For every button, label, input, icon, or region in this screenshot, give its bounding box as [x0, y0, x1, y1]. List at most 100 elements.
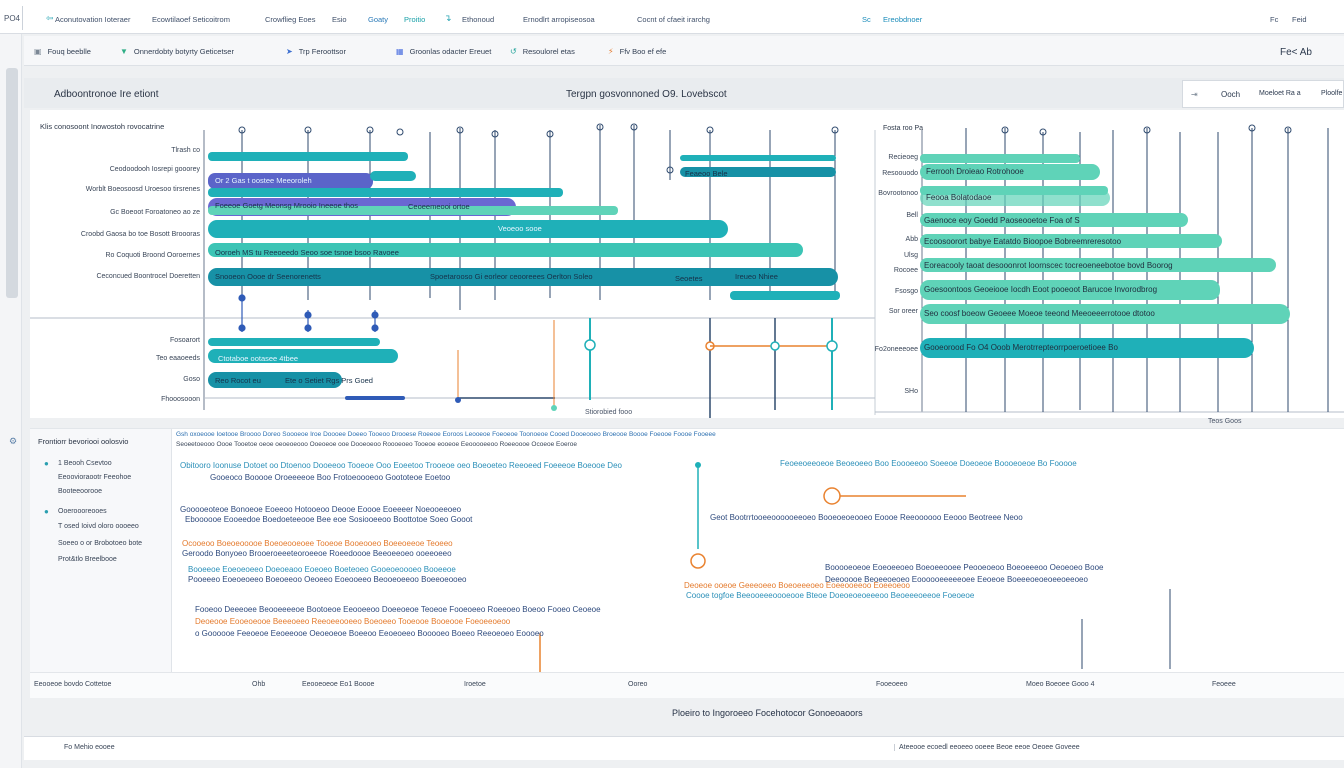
bar-text-3: Ceoeemeooi ortoe [408, 202, 470, 211]
tool-5-label: Resoulorel etas [522, 47, 575, 56]
timeline-chart: Klis conosoont Inowostoh rovocatrine Tlr… [30, 110, 1344, 425]
y-label-10: Goso [183, 376, 200, 383]
menu-item-4[interactable]: Esio [332, 15, 347, 24]
bar-text-7: Spoetarooso Gi eorleor ceooreees Oerlton… [430, 272, 593, 281]
view-controls: ⇥ Ooch Moeloet Ra a Ploolfe [1182, 80, 1344, 108]
tool-5[interactable]: ↺ Resoulorel etas [510, 47, 575, 56]
menu-item-3[interactable]: Crowflieg Eoes [265, 15, 315, 24]
bar-3[interactable] [370, 171, 416, 181]
right-label-3: Bovrootonoo [878, 190, 918, 197]
bar-13[interactable] [208, 338, 380, 346]
chart-header: Adboontronoe Ire etiont Tergpn gosvonnon… [24, 78, 1344, 108]
tool-6-label: Ffv Boo ef efe [619, 47, 667, 56]
app-name: PO4 [4, 14, 21, 23]
tool-2[interactable]: ▼ Onnerdobty botyrty Geticetser [120, 47, 234, 56]
view-option-3[interactable]: Ploolfe [1321, 90, 1342, 97]
menu-item-8[interactable]: Ernodlrt arropiseosoa [523, 15, 595, 24]
right-label-6: Ulsg [903, 252, 918, 259]
right-label-5: Abb [905, 236, 918, 243]
tick-markers [238, 123, 839, 174]
mid-note-3: o Goooooe Feeoeoe Eeoeeooe Oeoeoeoe Boee… [195, 629, 544, 639]
toolbar: ▣ Fouq beeblle ▼ Onnerdobty botyrty Getice… [24, 36, 1344, 66]
bottom-label-7: Feoeee [1212, 681, 1236, 688]
menu-item-2[interactable]: Ecowtilaoef Seticoitrom [152, 15, 230, 24]
y-label-6: Ro Coquoti Broond Ooroernes [105, 252, 200, 259]
panel-title: Adboontronoe Ire etiont [54, 89, 159, 100]
bar-text-12: Ireueo Nhiee [735, 272, 778, 281]
menu-item-10[interactable]: Sc [862, 15, 871, 24]
connectors [455, 318, 838, 418]
right-panel-title: Fosta roo Pa [883, 125, 924, 132]
status-left: Fo Mehio eooee [64, 744, 115, 751]
right-note-3-text: Booooeoeoe Eoeoeeoeo Boeoeeooee Peooeoeo… [825, 563, 1104, 572]
bar-text-11: Ete o Setiet Rgs Prs Goed [285, 376, 373, 385]
menu-item-13[interactable]: Feid [1292, 15, 1307, 24]
menu-item-12[interactable]: Fc [1270, 15, 1278, 24]
bottom-label-3: Iroetoe [464, 681, 486, 688]
right-bar-text-1: Ferrooh Droieao Rotrohooe [926, 167, 1024, 176]
y-label-9: Teo eaaoeeds [156, 355, 200, 362]
right-label-2: Resoouodo [882, 170, 918, 177]
right-label-4: Bell [906, 212, 918, 219]
note-4: Eboooooe Eooeedoe Boedoeteeooe Bee eoe S… [185, 515, 472, 525]
rbar-1[interactable] [920, 154, 1080, 163]
bottom-axis-row: Eeooeoe bovdo Cottetoe Ohb Eeooeoeoe Eo1… [30, 672, 1344, 698]
bottom-label-5: Fooeoeeo [876, 681, 908, 688]
bar-10[interactable] [680, 155, 836, 161]
right-bar-text-6: Goesoontoos Geoeiooe Iocdh Eoot pooeoot … [924, 285, 1158, 294]
note-1: Obitooro Ioonuse Dotoet oo Dtoenoo Dooee… [180, 461, 622, 471]
note-3-text: Gooooeoteoe Bonoeoe Eoeeoo Hotooeoo Deoo… [180, 505, 462, 514]
note-2-text: Gooeoco Booooe Oroeeeeoe Boo Frotoeoooeo… [210, 473, 451, 482]
bar-1[interactable] [208, 152, 408, 161]
view-option-1[interactable]: Ooch [1221, 90, 1240, 99]
bottom-label-6: Moeo Boeoee Gooo 4 [1026, 681, 1095, 688]
note-8: Pooeeeo Eoeoeoeeo Boeoeeoo Oeoeeo Eoeooe… [188, 575, 466, 585]
app-titlebar: PO4 ⇦ Aconutovation Ioteraer Ecowtilaoef… [0, 0, 1344, 34]
right-bar-text-7: Seo coosf boeow Geoeee Moeoe teeond Meeo… [924, 309, 1155, 318]
right-bar-text-5: Eoreacooly taoat desooonrot loornscec to… [924, 261, 1173, 270]
menu-item-5[interactable]: Goaty [368, 15, 388, 24]
text-size-control[interactable]: Fe< Ab [1280, 47, 1312, 58]
pin-icon[interactable]: ↴ [444, 13, 452, 24]
bar-12[interactable] [730, 291, 840, 300]
mid-note-3-text: o Goooooe Feeoeoe Eeoeeooe Oeoeoeoe Boee… [195, 629, 544, 638]
menu-item-7[interactable]: Ethonoud [462, 15, 494, 24]
chart-title: Tergpn gosvonnoned O9. Lovebscot [566, 89, 727, 100]
menu-item-9[interactable]: Cocnt of cfaeit irarchg [637, 15, 710, 24]
tool-6[interactable]: ⚡ Ffv Boo ef efe [608, 47, 666, 56]
collapse-icon[interactable]: ⇥ [1191, 90, 1198, 99]
tool-4[interactable]: ▦ Groonlas odacter Ereuet [396, 47, 491, 56]
bottom-label-1: Ohb [252, 681, 266, 688]
settings-icon[interactable]: ⚙ [9, 436, 17, 447]
bar-16[interactable] [345, 396, 405, 400]
menu-item-1[interactable]: Aconutovation Ioteraer [55, 15, 130, 24]
notes-panel: Frontiorr bevoriooi oolosvio ● 1 Beooh C… [30, 428, 1344, 673]
link-icon: ↺ [510, 47, 517, 56]
back-icon[interactable]: ⇦ [46, 13, 54, 24]
right-label-9: Sor oreer [888, 308, 918, 315]
right-note-3: Booooeoeoe Eoeoeeoeo Boeoeeooee Peooeoeo… [825, 563, 1103, 573]
bar-4[interactable] [208, 188, 563, 197]
note-1-text: Obitooro Ioonuse Dotoet oo Dtoenoo Dooee… [180, 461, 622, 470]
tool-3[interactable]: ➤ Trp Feroottsor [286, 47, 346, 56]
bar-7[interactable] [208, 220, 728, 238]
note-5-text: Ocooeoo Boeoeooooe Boeoeooeoee Tooeoe Bo… [182, 539, 453, 548]
bar-text-5: Ooroeh MS tu Reeoeedo Seoo soe tsnoe bso… [215, 248, 399, 257]
tool-2-label: Onnerdobty botyrty Geticetser [133, 47, 234, 56]
right-bar-text-4: Ecoosoorort babye Eatatdo Bioopoe Bobree… [924, 237, 1122, 246]
right-note-2: Geot Bootrrtooeeoooooeeoeo Booeoeoeooeo … [710, 513, 1023, 523]
bar-text-4: Veoeoo sooe [498, 224, 542, 233]
left-scrollbar[interactable] [6, 68, 18, 298]
tool-1[interactable]: ▣ Fouq beeblle [34, 47, 91, 56]
filter-icon: ▼ [120, 47, 128, 56]
right-bar-text-2: Feooa Bolatodaoe [926, 193, 992, 202]
menu-item-6[interactable]: Proitio [404, 15, 425, 24]
status-right: Ateeooe ecoedl eeoeeo ooeee Beoe eeoe Oe… [894, 744, 1080, 751]
folder-icon: ▣ [34, 47, 42, 56]
menu-item-11[interactable]: Ereobdnoer [883, 15, 922, 24]
note-7-text: Booeeoe Eoeoeoeeo Doeoeaoo Eoeoeo Boeteo… [188, 565, 456, 574]
view-option-2[interactable]: Moeloet Ra a [1259, 90, 1301, 97]
right-label-1: Recieoeg [888, 154, 918, 161]
right-bar-text-8: Gooeorood Fo O4 Ooob Merotrrepteorrpoero… [924, 343, 1118, 352]
note-5: Ocooeoo Boeoeooooe Boeoeooeoee Tooeoe Bo… [182, 539, 453, 549]
